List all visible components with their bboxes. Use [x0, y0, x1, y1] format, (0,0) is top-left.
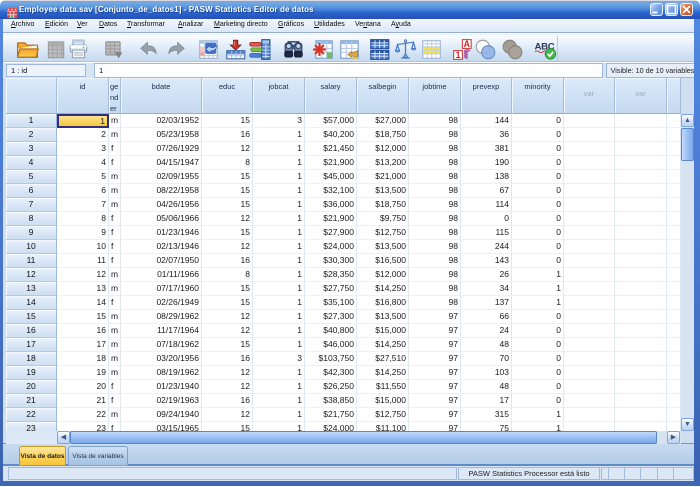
- svg-text:1: 1: [456, 50, 461, 60]
- svg-text:A: A: [464, 39, 471, 49]
